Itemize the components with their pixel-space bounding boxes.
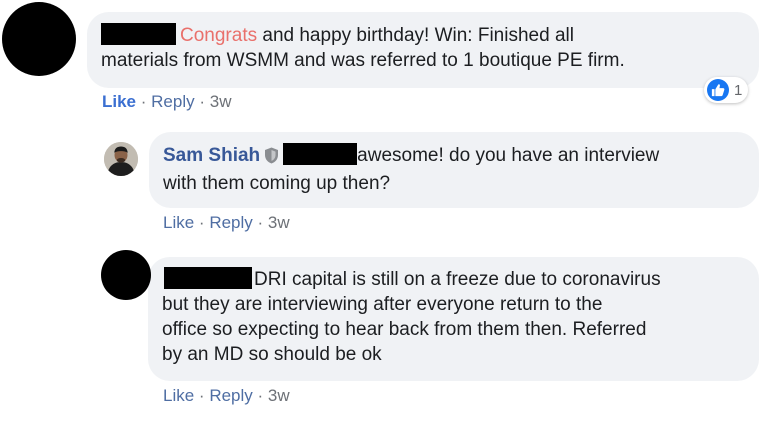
comment-text: materials from WSMM and was referred to …	[101, 50, 625, 71]
comment-text: with them coming up then?	[163, 173, 391, 194]
thumbs-up-icon	[707, 79, 729, 101]
avatar[interactable]	[104, 142, 138, 176]
comment-text: office so expecting to hear back from th…	[162, 319, 647, 340]
timestamp[interactable]: 3w	[210, 92, 232, 111]
comment-actions: Like · Reply · 3w	[163, 213, 290, 233]
like-button[interactable]: Like	[102, 92, 136, 111]
comment-bubble: Sam Shiah awesome! do you have an intervi…	[149, 132, 759, 208]
comment-actions: Like · Reply · 3w	[102, 92, 231, 112]
reply-button[interactable]: Reply	[151, 92, 194, 111]
separator: ·	[198, 386, 210, 405]
comment-text-accent: Congrats	[180, 25, 258, 46]
comment-text: DRI capital is still on a freeze due to …	[254, 269, 661, 290]
timestamp[interactable]: 3w	[268, 386, 290, 405]
author-name-redacted[interactable]	[164, 267, 252, 289]
reply-button[interactable]: Reply	[209, 386, 252, 405]
mention-redacted[interactable]	[283, 143, 358, 165]
comment-text: but they are interviewing after everyone…	[162, 294, 603, 315]
comment-actions: Like · Reply · 3w	[163, 386, 290, 406]
separator: ·	[257, 213, 268, 232]
comment-text: and happy birthday! Win: Finished all	[257, 25, 574, 46]
reply-button[interactable]: Reply	[209, 213, 252, 232]
like-button[interactable]: Like	[163, 213, 194, 232]
author-name-redacted[interactable]	[101, 23, 176, 45]
separator: ·	[199, 92, 210, 111]
reaction-count: 1	[734, 81, 743, 99]
avatar-redacted[interactable]	[2, 2, 76, 76]
like-button[interactable]: Like	[163, 386, 194, 405]
comment-text: awesome! do you have an interview	[357, 145, 660, 166]
separator: ·	[140, 92, 152, 111]
avatar-redacted[interactable]	[101, 250, 151, 300]
comment-bubble: Congrats and happy birthday! Win: Finish…	[87, 12, 759, 88]
comment-bubble: DRI capital is still on a freeze due to …	[148, 257, 759, 381]
author-name[interactable]: Sam Shiah	[163, 145, 260, 166]
timestamp[interactable]: 3w	[268, 213, 290, 232]
reaction-badge[interactable]: 1	[704, 77, 749, 103]
separator: ·	[198, 213, 210, 232]
comment-text: by an MD so should be ok	[162, 344, 382, 365]
separator: ·	[257, 386, 268, 405]
shield-icon	[264, 146, 279, 171]
